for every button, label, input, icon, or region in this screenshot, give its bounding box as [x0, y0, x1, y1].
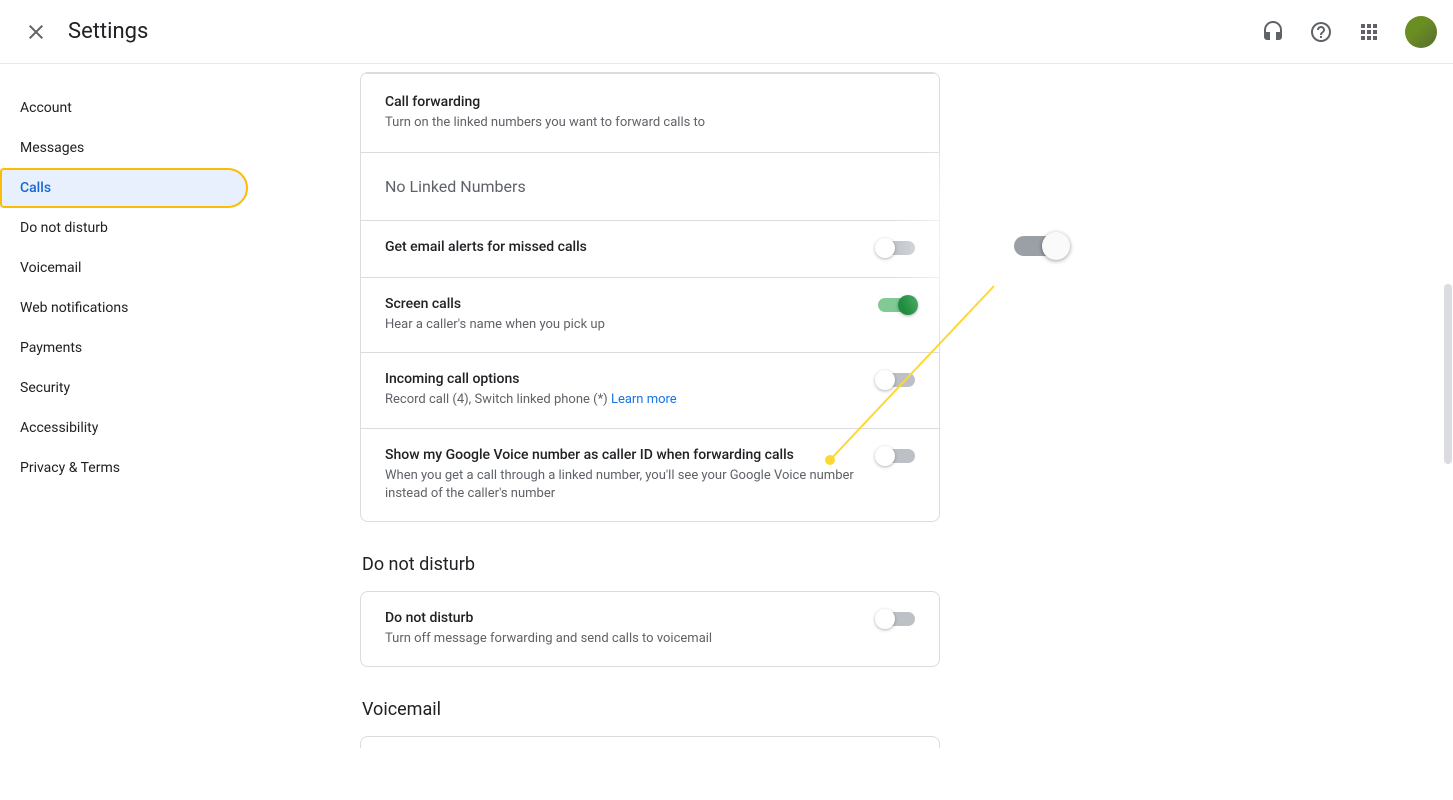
- voicemail-card: [360, 736, 940, 748]
- linked-numbers-empty: No Linked Numbers: [361, 152, 939, 220]
- email-alerts-row: Get email alerts for missed calls: [361, 220, 939, 277]
- sidebar-item-label: Privacy & Terms: [20, 460, 120, 476]
- sidebar-item-label: Payments: [20, 340, 82, 356]
- email-alerts-title: Get email alerts for missed calls: [385, 239, 854, 255]
- do-not-disturb-heading: Do not disturb: [362, 554, 1453, 575]
- sidebar-item-messages[interactable]: Messages: [0, 128, 248, 168]
- call-forwarding-subtitle: Turn on the linked numbers you want to f…: [385, 114, 915, 132]
- settings-sidebar: Account Messages Calls Do not disturb Vo…: [0, 64, 260, 800]
- dnd-row: Do not disturb Turn off message forwardi…: [361, 592, 939, 666]
- screen-calls-row: Screen calls Hear a caller's name when y…: [361, 277, 939, 352]
- voicemail-heading: Voicemail: [362, 699, 1453, 720]
- incoming-options-learn-more-link[interactable]: Learn more: [611, 392, 677, 407]
- sidebar-item-label: Accessibility: [20, 420, 98, 436]
- apps-button[interactable]: [1349, 12, 1389, 52]
- page-title: Settings: [68, 19, 148, 44]
- sidebar-item-label: Do not disturb: [20, 220, 108, 236]
- dnd-toggle[interactable]: [878, 612, 915, 626]
- sidebar-item-label: Web notifications: [20, 300, 128, 316]
- sidebar-item-account[interactable]: Account: [0, 88, 248, 128]
- sidebar-item-security[interactable]: Security: [0, 368, 248, 408]
- highlight-spotlight: [980, 186, 1100, 306]
- sidebar-item-web-notifications[interactable]: Web notifications: [0, 288, 248, 328]
- sidebar-item-calls[interactable]: Calls: [0, 168, 248, 208]
- page-body: Account Messages Calls Do not disturb Vo…: [0, 64, 1453, 800]
- incoming-call-options-subtitle: Record call (4), Switch linked phone (*)…: [385, 391, 854, 409]
- show-voice-number-row: Show my Google Voice number as caller ID…: [361, 428, 939, 521]
- help-icon: [1309, 20, 1333, 44]
- screen-calls-subtitle: Hear a caller's name when you pick up: [385, 316, 854, 334]
- sidebar-item-do-not-disturb[interactable]: Do not disturb: [0, 208, 248, 248]
- close-button[interactable]: [16, 12, 56, 52]
- dnd-subtitle: Turn off message forwarding and send cal…: [385, 630, 854, 648]
- sidebar-item-label: Voicemail: [20, 260, 81, 276]
- incoming-call-options-title: Incoming call options: [385, 371, 854, 387]
- apps-grid-icon: [1357, 20, 1381, 44]
- account-avatar[interactable]: [1405, 16, 1437, 48]
- sidebar-item-label: Messages: [20, 140, 84, 156]
- close-icon: [24, 20, 48, 44]
- sidebar-item-privacy-terms[interactable]: Privacy & Terms: [0, 448, 248, 488]
- screen-calls-toggle[interactable]: [878, 298, 915, 312]
- sidebar-item-accessibility[interactable]: Accessibility: [0, 408, 248, 448]
- incoming-call-options-toggle[interactable]: [878, 373, 915, 387]
- show-voice-number-subtitle: When you get a call through a linked num…: [385, 467, 854, 503]
- show-voice-number-title: Show my Google Voice number as caller ID…: [385, 447, 854, 463]
- sidebar-item-label: Calls: [20, 180, 51, 196]
- call-forwarding-row: Call forwarding Turn on the linked numbe…: [361, 73, 939, 152]
- sidebar-item-voicemail[interactable]: Voicemail: [0, 248, 248, 288]
- show-voice-number-toggle[interactable]: [878, 449, 915, 463]
- sidebar-item-label: Security: [20, 380, 70, 396]
- do-not-disturb-card: Do not disturb Turn off message forwardi…: [360, 591, 940, 667]
- header-actions: [1253, 12, 1437, 52]
- calls-settings-card: Call forwarding Turn on the linked numbe…: [360, 72, 940, 522]
- help-button[interactable]: [1301, 12, 1341, 52]
- sidebar-item-label: Account: [20, 100, 72, 116]
- settings-main: Call forwarding Turn on the linked numbe…: [260, 64, 1453, 800]
- highlight-toggle[interactable]: [1014, 236, 1066, 256]
- headset-icon: [1261, 20, 1285, 44]
- scrollbar-track: [1443, 64, 1453, 800]
- incoming-call-options-row: Incoming call options Record call (4), S…: [361, 352, 939, 427]
- scrollbar-thumb[interactable]: [1444, 284, 1452, 464]
- call-forwarding-title: Call forwarding: [385, 94, 915, 110]
- incoming-call-options-subtitle-text: Record call (4), Switch linked phone (*): [385, 392, 611, 407]
- app-header: Settings: [0, 0, 1453, 64]
- headset-button[interactable]: [1253, 12, 1293, 52]
- email-alerts-toggle[interactable]: [878, 241, 915, 255]
- screen-calls-title: Screen calls: [385, 296, 854, 312]
- dnd-title: Do not disturb: [385, 610, 854, 626]
- sidebar-item-payments[interactable]: Payments: [0, 328, 248, 368]
